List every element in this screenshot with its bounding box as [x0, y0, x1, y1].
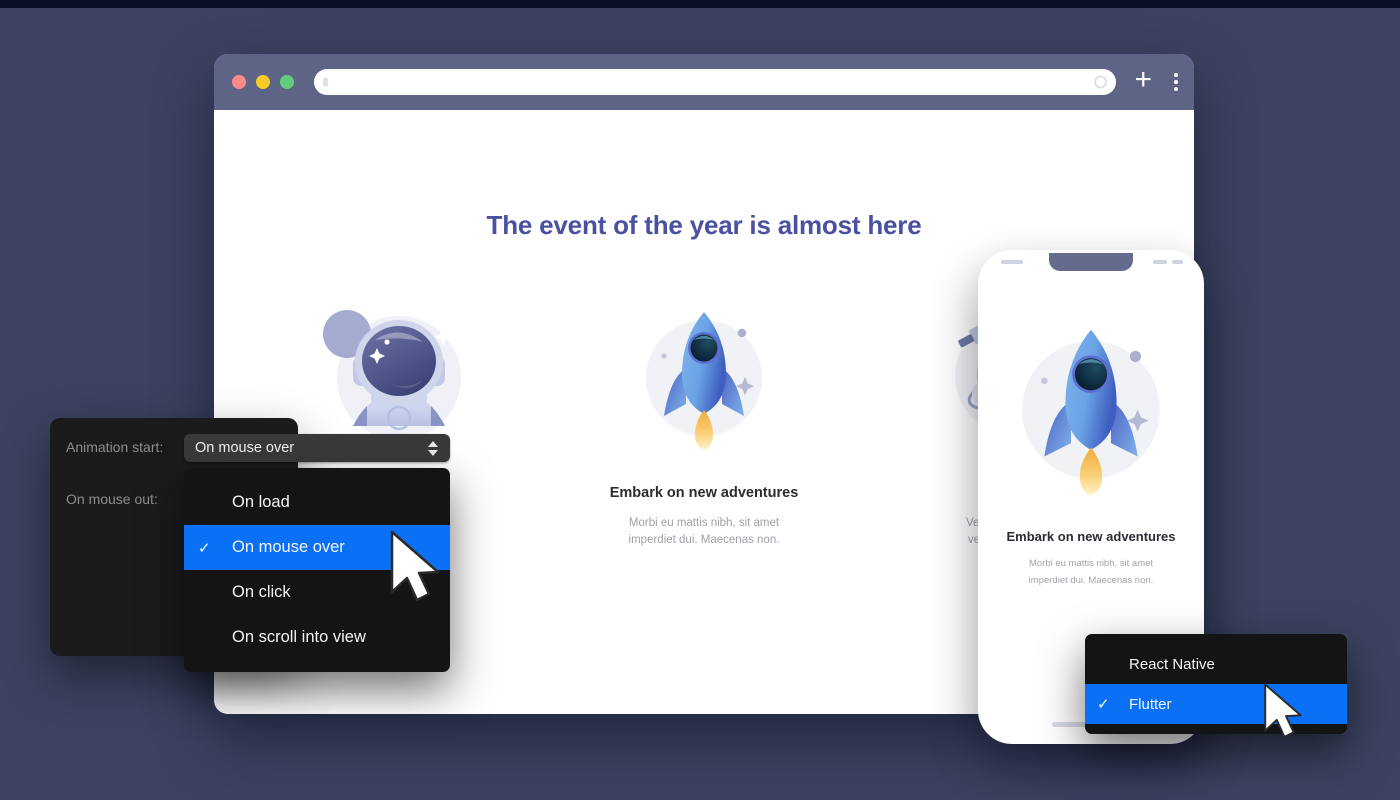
framework-dropdown-menu[interactable]: ✓ React Native ✓ Flutter: [1085, 634, 1347, 734]
phone-description-line: imperdiet dui. Maecenas non.: [1028, 574, 1154, 586]
page-title: The event of the year is almost here: [486, 210, 922, 240]
menu-item-label: On scroll into view: [232, 628, 366, 646]
rocket-icon: [645, 312, 762, 450]
menu-item-label: On click: [232, 583, 291, 601]
check-icon: ✓: [198, 539, 211, 557]
card-description: Morbi eu mattis nibh, sit amet imperdiet…: [559, 515, 848, 550]
menu-item-flutter[interactable]: ✓ Flutter: [1085, 684, 1347, 724]
new-tab-icon[interactable]: +: [1134, 65, 1152, 99]
screenshot-root: + The event of the year is almost here E…: [0, 0, 1400, 800]
browser-menu-icon[interactable]: [1174, 73, 1178, 91]
menu-item-label: Flutter: [1129, 695, 1172, 713]
traffic-lights: [232, 75, 294, 89]
menu-item-label: On mouse over: [232, 538, 345, 556]
menu-item-on-load[interactable]: ✓ On load: [184, 480, 450, 525]
maximize-window-button[interactable]: [280, 75, 294, 89]
lock-icon: [323, 77, 328, 87]
card-title: Embark on new adventures: [609, 485, 799, 501]
animation-start-label: Animation start:: [66, 439, 164, 455]
menu-item-label: On load: [232, 493, 290, 511]
phone-card-title: Embark on new adventures: [1006, 529, 1176, 544]
menu-item-on-scroll-into-view[interactable]: ✓ On scroll into view: [184, 615, 450, 660]
menu-item-react-native[interactable]: ✓ React Native: [1085, 644, 1347, 684]
browser-chrome-bar: +: [214, 54, 1194, 110]
phone-description-line: Morbi eu mattis nibh, sit amet: [1028, 558, 1154, 569]
status-bar-indicator: [1001, 260, 1023, 264]
on-mouse-out-label: On mouse out:: [66, 491, 158, 507]
phone-notch: [1049, 253, 1133, 271]
phone-card-description: Morbi eu mattis nibh, sit amet imperdiet…: [981, 556, 1201, 589]
menu-item-on-mouse-over[interactable]: ✓ On mouse over: [184, 525, 450, 570]
animation-start-select[interactable]: On mouse over: [184, 434, 450, 462]
rocket-illustration: [559, 293, 848, 463]
feature-card: Embark on new adventures Morbi eu mattis…: [549, 293, 858, 550]
menu-item-on-click[interactable]: ✓ On click: [184, 570, 450, 615]
top-dark-strip: [0, 0, 1400, 8]
menu-item-label: React Native: [1129, 655, 1215, 673]
card-description-line: imperdiet dui. Maecenas non.: [628, 534, 780, 547]
minimize-window-button[interactable]: [256, 75, 270, 89]
close-window-button[interactable]: [232, 75, 246, 89]
reload-icon[interactable]: [1094, 75, 1108, 89]
status-bar-indicator: [1172, 260, 1183, 264]
stepper-arrows-icon[interactable]: [428, 440, 438, 456]
card-description-line: Morbi eu mattis nibh, sit amet: [628, 517, 780, 529]
phone-rocket-illustration: [981, 307, 1201, 517]
url-bar[interactable]: [314, 69, 1117, 95]
rocket-icon: [1022, 329, 1160, 496]
status-bar-indicator: [1153, 260, 1167, 264]
animation-start-select-value: On mouse over: [195, 440, 295, 456]
check-icon: ✓: [1097, 696, 1110, 713]
animation-start-dropdown-menu[interactable]: ✓ On load ✓ On mouse over ✓ On click ✓ O…: [184, 468, 450, 672]
